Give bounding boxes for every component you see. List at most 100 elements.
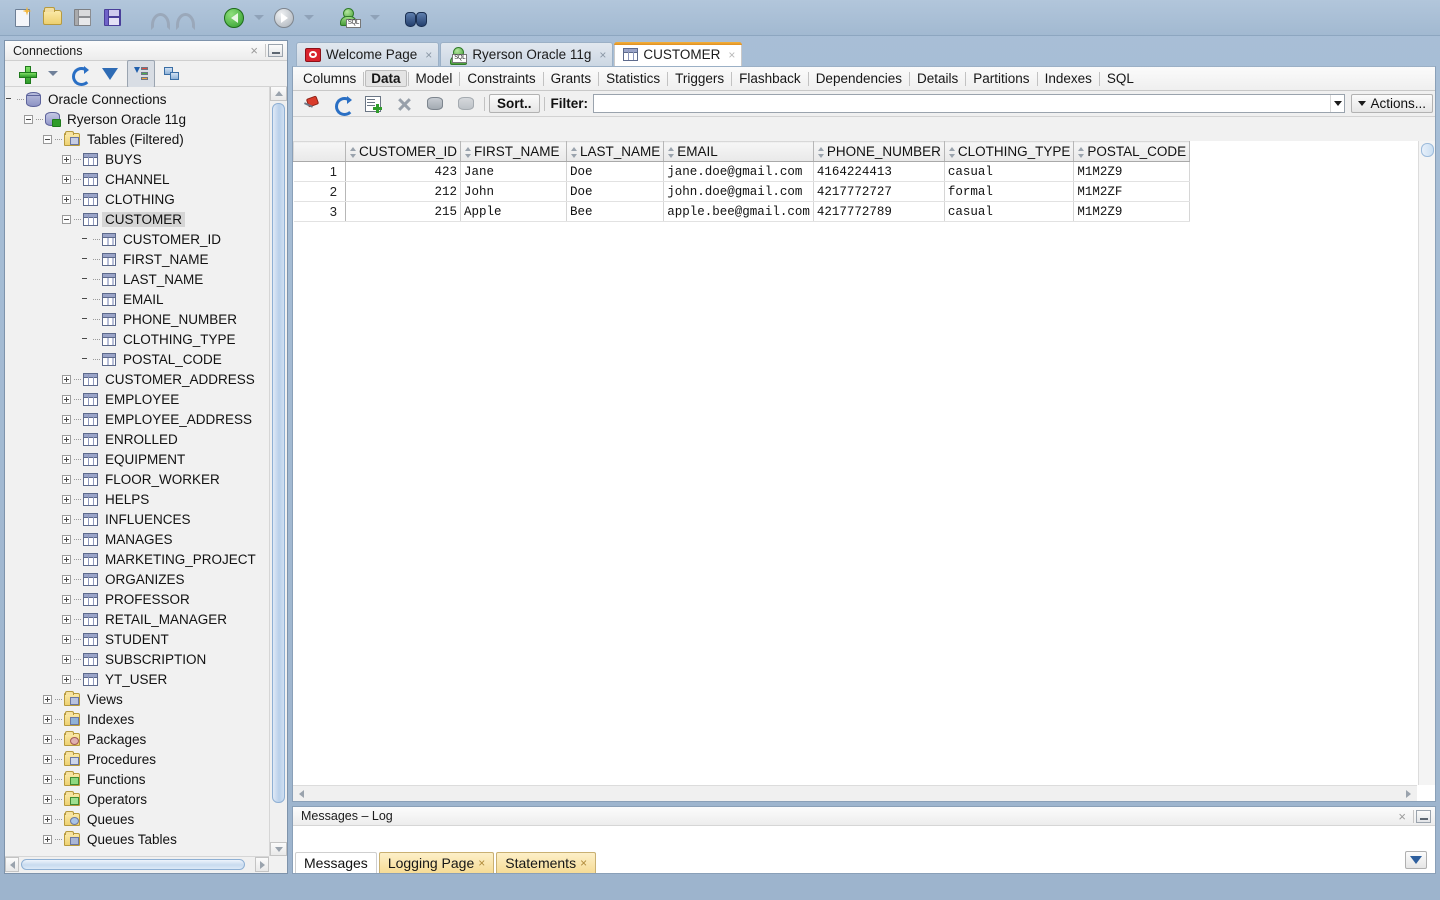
tree-expand-icon[interactable] bbox=[43, 734, 52, 744]
tab-partitions[interactable]: Partitions bbox=[967, 70, 1035, 87]
row-number-cell[interactable]: 3 bbox=[293, 201, 346, 222]
cell-postal_code[interactable]: M1M2ZF bbox=[1073, 181, 1191, 202]
pin-icon[interactable] bbox=[297, 90, 325, 118]
cell-first_name[interactable]: Jane bbox=[460, 161, 568, 182]
scroll-up-icon[interactable] bbox=[270, 87, 287, 101]
tree-expand-icon[interactable] bbox=[43, 694, 52, 704]
cell-email[interactable]: john.doe@gmail.com bbox=[663, 181, 814, 202]
close-icon[interactable]: × bbox=[425, 48, 432, 62]
log-close-icon[interactable]: × bbox=[1393, 810, 1411, 823]
close-icon[interactable]: × bbox=[599, 48, 606, 62]
log-tabstrip[interactable]: Messages Logging Page × Statements × bbox=[293, 851, 1435, 873]
table-row[interactable]: 2 212 John Doe john.doe@gmail.com 4217772727 f… bbox=[293, 181, 1191, 202]
scroll-right-icon[interactable] bbox=[255, 857, 269, 872]
tree-expand-icon[interactable] bbox=[43, 774, 52, 784]
filter-icon[interactable] bbox=[96, 60, 124, 96]
tab-flashback[interactable]: Flashback bbox=[733, 70, 807, 87]
delete-row-icon[interactable] bbox=[390, 90, 418, 118]
back-icon[interactable] bbox=[220, 4, 248, 32]
tree-expand-icon[interactable] bbox=[62, 174, 71, 184]
grid-horizontal-scrollbar[interactable] bbox=[293, 785, 1417, 801]
cell-email[interactable]: apple.bee@gmail.com bbox=[663, 201, 814, 222]
tree-node-queues[interactable]: Queues bbox=[5, 809, 268, 829]
tree-node-last-name[interactable]: LAST_NAME bbox=[5, 269, 268, 289]
tree-hscrollbar-thumb[interactable] bbox=[21, 859, 245, 870]
cell-clothing_type[interactable]: formal bbox=[944, 181, 1075, 202]
tree-node-views[interactable]: Views bbox=[5, 689, 268, 709]
table-row[interactable]: 3 215 Apple Bee apple.bee@gmail.com 421777278… bbox=[293, 201, 1191, 222]
cell-postal_code[interactable]: M1M2Z9 bbox=[1073, 201, 1191, 222]
tree-expand-icon[interactable] bbox=[62, 434, 71, 444]
object-subtabs[interactable]: Columns Data Model Constraints Grants Statist… bbox=[293, 67, 1435, 91]
new-connection-caret-icon[interactable] bbox=[48, 71, 58, 76]
column-header-clothing_type[interactable]: CLOTHING_TYPE bbox=[944, 141, 1075, 162]
scroll-down-icon[interactable] bbox=[270, 842, 287, 856]
chevron-down-icon[interactable] bbox=[1330, 95, 1344, 112]
tree-node-customer-address[interactable]: CUSTOMER_ADDRESS bbox=[5, 369, 268, 389]
editor-tab-ryerson-oracle-11g[interactable]: SQL Ryerson Oracle 11g × bbox=[440, 42, 614, 66]
cell-postal_code[interactable]: M1M2Z9 bbox=[1073, 161, 1191, 182]
log-tab-messages[interactable]: Messages bbox=[295, 852, 377, 873]
log-dropdown-icon[interactable] bbox=[1405, 851, 1427, 869]
close-icon[interactable]: × bbox=[478, 856, 485, 870]
close-icon[interactable]: × bbox=[245, 44, 263, 57]
tree-node-ryerson-oracle-11g[interactable]: Ryerson Oracle 11g bbox=[5, 109, 268, 129]
tree-node-helps[interactable]: HELPS bbox=[5, 489, 268, 509]
save-all-icon[interactable] bbox=[98, 4, 126, 32]
tree-node-email[interactable]: EMAIL bbox=[5, 289, 268, 309]
tree-node-subscription[interactable]: SUBSCRIPTION bbox=[5, 649, 268, 669]
tree-node-customer-id[interactable]: CUSTOMER_ID bbox=[5, 229, 268, 249]
open-file-icon[interactable] bbox=[38, 4, 66, 32]
cell-clothing_type[interactable]: casual bbox=[944, 201, 1075, 222]
tree-node-yt-user[interactable]: YT_USER bbox=[5, 669, 268, 689]
tree-node-retail-manager[interactable]: RETAIL_MANAGER bbox=[5, 609, 268, 629]
tree-node-procedures[interactable]: Procedures bbox=[5, 749, 268, 769]
editor-tabstrip[interactable]: Welcome Page × SQL Ryerson Oracle 11g × CUSTO… bbox=[292, 40, 1436, 66]
tree-expand-icon[interactable] bbox=[43, 834, 52, 844]
tree-node-queues-tables[interactable]: Queues Tables bbox=[5, 829, 268, 849]
cell-last_name[interactable]: Doe bbox=[566, 181, 665, 202]
column-header-phone_number[interactable]: PHONE_NUMBER bbox=[813, 141, 945, 162]
tree-node-enrolled[interactable]: ENROLLED bbox=[5, 429, 268, 449]
cell-clothing_type[interactable]: casual bbox=[944, 161, 1075, 182]
tree-node-clothing[interactable]: CLOTHING bbox=[5, 189, 268, 209]
actions-button[interactable]: Actions... bbox=[1351, 94, 1433, 113]
tree-node-marketing-project[interactable]: MARKETING_PROJECT bbox=[5, 549, 268, 569]
sort-button[interactable]: Sort.. bbox=[489, 94, 540, 113]
grid-scroll-left-icon[interactable] bbox=[295, 787, 308, 800]
tree-node-manages[interactable]: MANAGES bbox=[5, 529, 268, 549]
tree-node-employee[interactable]: EMPLOYEE bbox=[5, 389, 268, 409]
redo-icon[interactable] bbox=[174, 4, 202, 32]
column-header-last_name[interactable]: LAST_NAME bbox=[566, 141, 665, 162]
tree-collapse-icon[interactable] bbox=[24, 114, 33, 124]
grid-vscrollbar-thumb[interactable] bbox=[1421, 143, 1434, 157]
tree-expand-icon[interactable] bbox=[62, 154, 71, 164]
tree-expand-icon[interactable] bbox=[62, 614, 71, 624]
tree-node-phone-number[interactable]: PHONE_NUMBER bbox=[5, 309, 268, 329]
tab-indexes[interactable]: Indexes bbox=[1039, 70, 1098, 87]
tree-node-first-name[interactable]: FIRST_NAME bbox=[5, 249, 268, 269]
tree-node-professor[interactable]: PROFESSOR bbox=[5, 589, 268, 609]
cell-phone_number[interactable]: 4217772789 bbox=[813, 201, 945, 222]
tree-node-customer[interactable]: CUSTOMER bbox=[5, 209, 268, 229]
sql-worksheet-icon[interactable]: SQL bbox=[336, 4, 364, 32]
tree-expand-icon[interactable] bbox=[62, 594, 71, 604]
editor-tab-welcome-page[interactable]: Welcome Page × bbox=[296, 42, 440, 66]
tree-expand-icon[interactable] bbox=[62, 494, 71, 504]
tree-expand-icon[interactable] bbox=[62, 394, 71, 404]
tree-node-operators[interactable]: Operators bbox=[5, 789, 268, 809]
cell-last_name[interactable]: Bee bbox=[566, 201, 665, 222]
cell-customer_id[interactable]: 423 bbox=[345, 161, 462, 182]
tree-expand-icon[interactable] bbox=[62, 574, 71, 584]
cell-customer_id[interactable]: 215 bbox=[345, 201, 462, 222]
tree-node-tables-filtered-[interactable]: Tables (Filtered) bbox=[5, 129, 268, 149]
close-icon[interactable]: × bbox=[580, 856, 587, 870]
editor-tab-customer[interactable]: CUSTOMER × bbox=[614, 42, 743, 66]
filter-input[interactable] bbox=[593, 94, 1346, 113]
sort-columns-icon[interactable] bbox=[127, 59, 155, 88]
tree-node-buys[interactable]: BUYS bbox=[5, 149, 268, 169]
tree-expand-icon[interactable] bbox=[43, 754, 52, 764]
tree-expand-icon[interactable] bbox=[62, 454, 71, 464]
tree-node-clothing-type[interactable]: CLOTHING_TYPE bbox=[5, 329, 268, 349]
column-header-postal_code[interactable]: POSTAL_CODE bbox=[1073, 141, 1191, 162]
